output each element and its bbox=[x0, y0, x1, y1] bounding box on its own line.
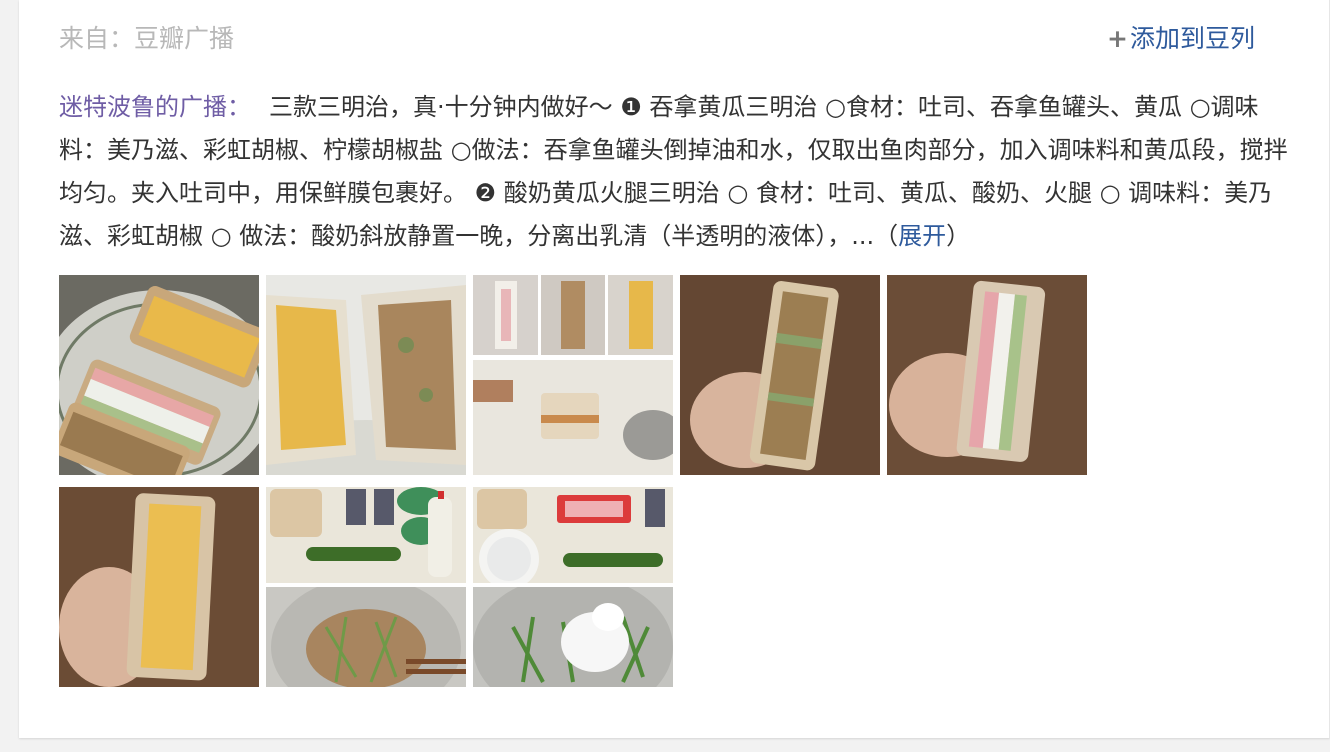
photo-yogurt-cucumber-bowl[interactable] bbox=[473, 587, 673, 687]
add-to-doulist-label: 添加到豆列 bbox=[1129, 24, 1255, 53]
post-text: 迷特波鲁的广播： 三款三明治，真·十分钟内做好～ ❶ 吞拿黄瓜三明治 ○食材：吐司… bbox=[59, 86, 1289, 258]
author-link[interactable]: 迷特波鲁的广播： bbox=[59, 93, 251, 121]
expand-open-paren: （ bbox=[874, 222, 899, 250]
expand-close-paren: ） bbox=[946, 222, 971, 250]
photo-egg-sandwich-in-hand[interactable] bbox=[59, 487, 259, 687]
photo-ingredients-flatlay-b[interactable] bbox=[473, 487, 673, 583]
plus-icon: + bbox=[1107, 24, 1128, 53]
source-prefix: 来自： bbox=[59, 24, 135, 53]
add-to-doulist-button[interactable]: +添加到豆列 bbox=[1107, 22, 1255, 56]
photo-collage-wrapping-steps[interactable] bbox=[473, 275, 673, 475]
broadcast-card: 来自：豆瓣广播 +添加到豆列 迷特波鲁的广播： 三款三明治，真·十分钟内做好～ ❶… bbox=[19, 0, 1330, 738]
source-line: 来自：豆瓣广播 bbox=[59, 22, 234, 56]
photo-sandwich-halves-closeup[interactable] bbox=[266, 275, 466, 475]
photo-ham-sandwich-in-hand[interactable] bbox=[887, 275, 1087, 475]
photo-ingredients-flatlay-a[interactable] bbox=[266, 487, 466, 583]
photo-tuna-sandwich-in-hand[interactable] bbox=[680, 275, 880, 475]
expand-wrap: （展开） bbox=[874, 222, 970, 250]
source-name: 豆瓣广播 bbox=[134, 24, 235, 53]
photo-sandwiches-on-plate[interactable] bbox=[59, 275, 259, 475]
photo-mixing-tuna-bowl[interactable] bbox=[266, 587, 466, 687]
expand-link[interactable]: 展开 bbox=[898, 222, 946, 250]
